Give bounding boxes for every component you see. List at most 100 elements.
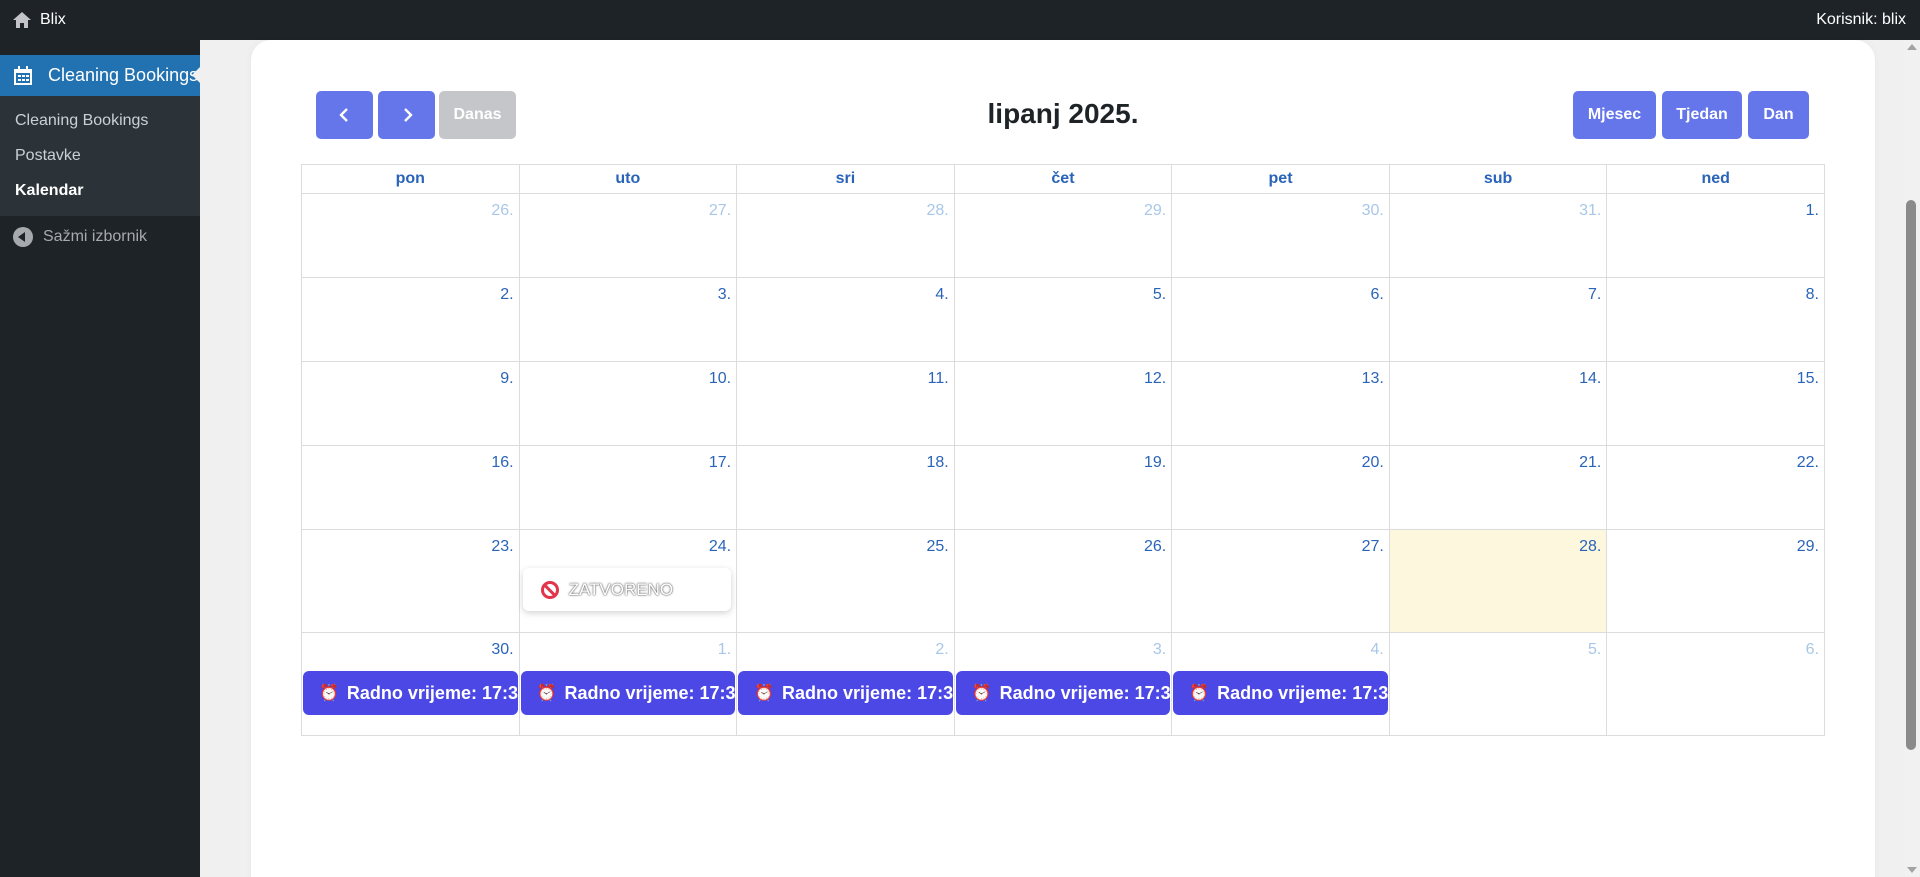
day-cell[interactable]: 18. <box>736 445 955 530</box>
day-cell[interactable]: 4. ⏰ Radno vrijeme: 17:3 <box>1171 632 1390 736</box>
event-working-hours[interactable]: ⏰ Radno vrijeme: 17:3 <box>955 671 1171 715</box>
day-cell[interactable]: 17. <box>518 445 738 530</box>
day-number[interactable]: 1. <box>718 641 731 659</box>
day-number[interactable]: 14. <box>1579 370 1601 388</box>
day-number[interactable]: 22. <box>1797 454 1819 472</box>
day-cell[interactable]: 5. <box>953 277 1173 362</box>
day-number[interactable]: 3. <box>1153 641 1166 659</box>
day-cell-today[interactable]: 28. <box>1388 529 1608 633</box>
day-cell[interactable]: 24. ZATVORENO <box>518 529 738 633</box>
day-number[interactable]: 15. <box>1797 370 1819 388</box>
day-cell[interactable]: 28. <box>736 193 955 278</box>
submenu-item-cleaning-bookings[interactable]: Cleaning Bookings <box>0 103 200 138</box>
day-cell[interactable]: 27. <box>1171 529 1390 633</box>
day-number[interactable]: 2. <box>935 641 948 659</box>
day-number[interactable]: 21. <box>1579 454 1601 472</box>
day-cell[interactable]: 26. <box>301 193 520 278</box>
submenu-item-kalendar[interactable]: Kalendar <box>0 173 200 208</box>
day-number[interactable]: 24. <box>709 538 731 556</box>
day-number[interactable]: 5. <box>1153 286 1166 304</box>
day-number[interactable]: 13. <box>1362 370 1384 388</box>
day-cell[interactable]: 9. <box>301 361 520 446</box>
submenu-item-postavke[interactable]: Postavke <box>0 138 200 173</box>
scroll-down-icon[interactable] <box>1907 867 1917 873</box>
event-working-hours[interactable]: ⏰ Radno vrijeme: 17:3 <box>738 671 953 715</box>
day-number[interactable]: 23. <box>491 538 513 556</box>
day-cell[interactable]: 31. <box>1388 193 1608 278</box>
day-cell[interactable]: 11. <box>736 361 955 446</box>
day-cell[interactable]: 22. <box>1606 445 1825 530</box>
day-number[interactable]: 4. <box>935 286 948 304</box>
day-cell[interactable]: 4. <box>736 277 955 362</box>
day-cell[interactable]: 20. <box>1171 445 1390 530</box>
page-scrollbar[interactable] <box>1903 40 1920 877</box>
day-number[interactable]: 11. <box>928 370 949 388</box>
day-cell[interactable]: 5. <box>1388 632 1608 736</box>
day-cell[interactable]: 6. <box>1606 632 1825 736</box>
day-number[interactable]: 2. <box>500 286 513 304</box>
day-cell[interactable]: 12. <box>953 361 1173 446</box>
day-number[interactable]: 9. <box>500 370 513 388</box>
day-cell[interactable]: 6. <box>1171 277 1390 362</box>
day-cell[interactable]: 30. ⏰ Radno vrijeme: 17:3 <box>301 632 520 736</box>
event-working-hours[interactable]: ⏰ Radno vrijeme: 17:3 <box>303 671 518 715</box>
day-number[interactable]: 19. <box>1144 454 1166 472</box>
day-cell[interactable]: 21. <box>1388 445 1608 530</box>
day-cell[interactable]: 3. <box>518 277 738 362</box>
day-cell[interactable]: 2. ⏰ Radno vrijeme: 17:3 <box>736 632 955 736</box>
day-number[interactable]: 6. <box>1806 641 1819 659</box>
day-number[interactable]: 30. <box>491 641 513 659</box>
day-cell[interactable]: 19. <box>953 445 1173 530</box>
day-number[interactable]: 17. <box>709 454 731 472</box>
scroll-thumb[interactable] <box>1906 200 1916 750</box>
day-number[interactable]: 29. <box>1144 202 1166 220</box>
day-number[interactable]: 3. <box>718 286 731 304</box>
day-number[interactable]: 6. <box>1370 286 1383 304</box>
menu-cleaning-bookings[interactable]: Cleaning Bookings <box>0 55 200 96</box>
day-cell[interactable]: 8. <box>1606 277 1825 362</box>
day-cell[interactable]: 23. <box>301 529 520 633</box>
day-cell[interactable]: 26. <box>953 529 1173 633</box>
day-cell[interactable]: 10. <box>518 361 738 446</box>
day-number[interactable]: 27. <box>1362 538 1384 556</box>
day-number[interactable]: 7. <box>1588 286 1601 304</box>
day-number[interactable]: 26. <box>1144 538 1166 556</box>
day-number[interactable]: 27. <box>709 202 731 220</box>
day-number[interactable]: 5. <box>1588 641 1601 659</box>
day-view-button[interactable]: Dan <box>1748 91 1809 139</box>
user-account[interactable]: Korisnik: blix <box>1816 11 1906 29</box>
day-number[interactable]: 18. <box>926 454 948 472</box>
day-cell[interactable]: 1. ⏰ Radno vrijeme: 17:3 <box>518 632 738 736</box>
day-cell[interactable]: 27. <box>518 193 738 278</box>
month-view-button[interactable]: Mjesec <box>1573 91 1656 139</box>
day-number[interactable]: 4. <box>1370 641 1383 659</box>
site-link[interactable]: Blix <box>12 10 66 30</box>
day-number[interactable]: 26. <box>491 202 513 220</box>
day-number[interactable]: 25. <box>926 538 948 556</box>
day-cell[interactable]: 13. <box>1171 361 1390 446</box>
day-cell[interactable]: 2. <box>301 277 520 362</box>
day-number[interactable]: 28. <box>926 202 948 220</box>
day-cell[interactable]: 7. <box>1388 277 1608 362</box>
day-number[interactable]: 10. <box>709 370 731 388</box>
event-working-hours[interactable]: ⏰ Radno vrijeme: 17:3 <box>520 671 736 715</box>
day-cell[interactable]: 14. <box>1388 361 1608 446</box>
day-cell[interactable]: 30. <box>1171 193 1390 278</box>
day-cell[interactable]: 16. <box>301 445 520 530</box>
day-cell[interactable]: 15. <box>1606 361 1825 446</box>
day-number[interactable]: 28. <box>1579 538 1601 556</box>
day-number[interactable]: 29. <box>1797 538 1819 556</box>
day-cell[interactable]: 29. <box>953 193 1173 278</box>
day-number[interactable]: 8. <box>1806 286 1819 304</box>
collapse-menu-button[interactable]: Sažmi izbornik <box>0 216 200 258</box>
scroll-up-icon[interactable] <box>1907 44 1917 50</box>
week-view-button[interactable]: Tjedan <box>1662 91 1742 139</box>
day-number[interactable]: 1. <box>1806 202 1819 220</box>
day-number[interactable]: 30. <box>1362 202 1384 220</box>
day-number[interactable]: 31. <box>1579 202 1601 220</box>
day-cell[interactable]: 25. <box>736 529 955 633</box>
event-working-hours[interactable]: ⏰ Radno vrijeme: 17:3 <box>1173 671 1388 715</box>
day-cell[interactable]: 1. <box>1606 193 1825 278</box>
day-number[interactable]: 20. <box>1362 454 1384 472</box>
day-cell[interactable]: 3. ⏰ Radno vrijeme: 17:3 <box>953 632 1173 736</box>
